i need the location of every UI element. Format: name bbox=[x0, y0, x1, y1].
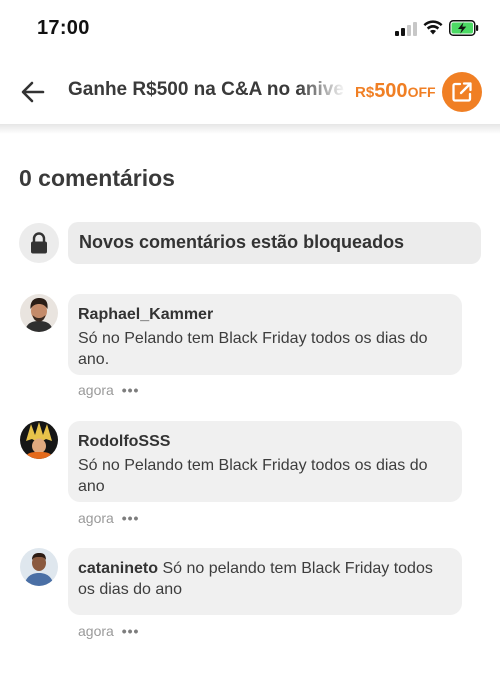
comment-bubble: catanineto Só no pelando tem Black Frida… bbox=[68, 548, 462, 615]
comment-bubble: Raphael_Kammer Só no Pelando tem Black F… bbox=[68, 294, 462, 375]
comment-more-button[interactable]: ••• bbox=[122, 382, 140, 398]
avatar[interactable] bbox=[20, 421, 58, 459]
discount-amount: 500 bbox=[374, 80, 408, 102]
comments-count: 0 comentários bbox=[19, 165, 175, 191]
comment-more-button[interactable]: ••• bbox=[122, 510, 140, 526]
battery-charging-icon bbox=[449, 20, 479, 36]
header-shadow bbox=[0, 124, 500, 134]
wifi-icon bbox=[423, 20, 443, 35]
status-bar: 17:00 bbox=[0, 0, 500, 58]
status-time: 17:00 bbox=[37, 17, 90, 39]
comment-meta: agora ••• bbox=[78, 382, 139, 398]
comment-meta: agora ••• bbox=[78, 510, 139, 526]
user-avatar-icon bbox=[20, 548, 58, 586]
comment-username[interactable]: Raphael_Kammer bbox=[78, 304, 452, 325]
comment-more-button[interactable]: ••• bbox=[122, 623, 140, 639]
external-link-icon bbox=[452, 82, 472, 102]
title-fade bbox=[298, 74, 346, 108]
comment-text: Só no Pelando tem Black Friday todos os … bbox=[78, 457, 428, 495]
open-deal-button[interactable] bbox=[442, 72, 482, 112]
lock-icon bbox=[31, 232, 47, 254]
comment-meta: agora ••• bbox=[78, 623, 139, 639]
comment-time: agora bbox=[78, 623, 114, 639]
comment-bubble: RodolfoSSS Só no Pelando tem Black Frida… bbox=[68, 421, 462, 502]
deal-header: Ganhe R$500 na C&A no aniversário R$500O… bbox=[0, 58, 500, 124]
comment-username[interactable]: catanineto bbox=[78, 560, 158, 577]
comment-time: agora bbox=[78, 382, 114, 398]
user-avatar-icon bbox=[20, 294, 58, 332]
comment-text: Só no Pelando tem Black Friday todos os … bbox=[78, 330, 428, 368]
comments-locked-banner: Novos comentários estão bloqueados bbox=[68, 222, 481, 264]
discount-badge: R$500OFF bbox=[355, 80, 436, 103]
arrow-left-icon[interactable] bbox=[18, 78, 48, 106]
lock-badge bbox=[19, 223, 59, 263]
comment-username[interactable]: RodolfoSSS bbox=[78, 431, 452, 452]
avatar[interactable] bbox=[20, 294, 58, 332]
user-avatar-icon bbox=[20, 421, 58, 459]
comment-time: agora bbox=[78, 510, 114, 526]
discount-currency: R$ bbox=[355, 84, 375, 101]
avatar[interactable] bbox=[20, 548, 58, 586]
cellular-signal-icon bbox=[395, 22, 417, 36]
comments-locked-text: Novos comentários estão bloqueados bbox=[79, 232, 405, 252]
discount-suffix: OFF bbox=[407, 84, 436, 100]
